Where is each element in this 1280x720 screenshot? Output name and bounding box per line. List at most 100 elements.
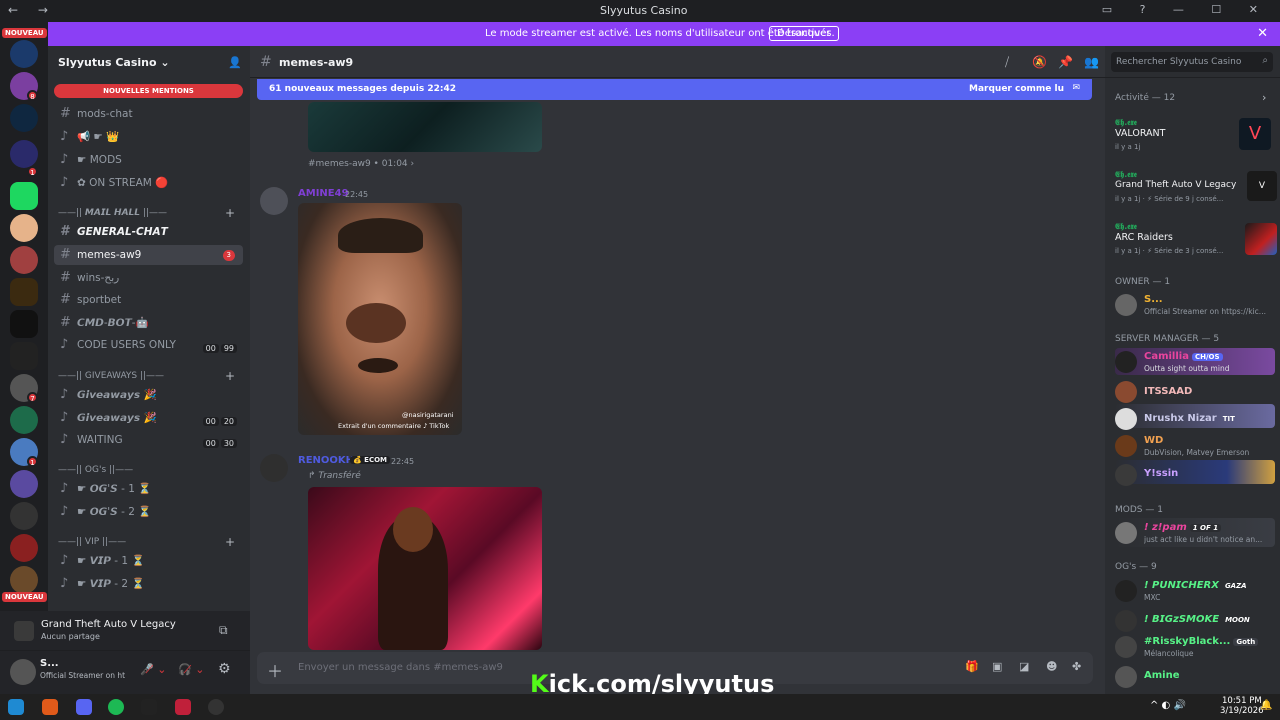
windows-start-icon[interactable] [8,699,24,715]
chevron-right-icon[interactable]: › [1262,91,1266,104]
forward-reference[interactable]: #memes-aw9 • 01:04 › [308,159,414,169]
app-icon[interactable] [141,699,157,715]
message-input[interactable]: Envoyer un message dans #memes-aw9 [298,662,503,673]
channel-mods[interactable]: ♪ ☛ MODS [54,150,243,170]
forwarded-image[interactable] [308,487,542,650]
disable-streamer-button[interactable]: Désactiver [769,26,839,41]
member-og[interactable]: #RisskyBlack... Goth Mélancolique [1115,634,1275,658]
member-og[interactable]: ! 𝘽𝙄𝙂𝙯𝙎𝙈𝙊𝙆𝙀 MOON [1115,608,1275,632]
gif-icon[interactable]: ▣ [992,660,1002,673]
channel-code-users-only[interactable]: ♪ CODE USERS ONLY 00 99 [54,335,243,355]
channel-crown[interactable]: ♪ 📢 ☛ 👑 [54,127,243,147]
brave-icon[interactable] [42,699,58,715]
add-member-icon[interactable]: 👤 [228,56,242,69]
server-icon[interactable] [10,140,38,168]
server-icon[interactable] [10,278,38,306]
channel-cmd-bot[interactable]: # 𝘾𝙈𝘿-𝘽𝙊𝙏-🤖 [54,313,243,333]
channel-giveaways-1[interactable]: ♪ 𝙂𝙞𝙫𝙚𝙖𝙬𝙖𝙮𝙨 🎉 [54,385,243,405]
server-icon[interactable] [10,246,38,274]
members-icon[interactable]: 👥 [1084,55,1099,69]
member-manager[interactable]: Nrushx Nizar TIT [1115,406,1275,430]
category-ogs[interactable]: ——|| OG's ||—— [58,465,243,475]
server-icon[interactable] [10,104,38,132]
tray-icons[interactable]: ^ ◐ 🔊 [1150,700,1186,711]
channel-ogs-1[interactable]: ♪ ☛ 𝙊𝙂'𝙎 - 1 ⏳ [54,479,243,499]
server-icon[interactable] [10,342,38,370]
search-input[interactable]: Rechercher Slyyutus Casino ⌕ [1111,52,1273,72]
server-icon[interactable] [10,502,38,530]
screen-share-icon[interactable]: ⧉ [219,623,228,638]
threads-icon[interactable]: ⧸ [1005,55,1009,70]
headphones-muted-icon[interactable]: 🎧̸ ⌄ [178,663,204,676]
plus-icon[interactable]: + [225,206,235,220]
title-bar: ← → Slyyutus Casino ▭ ? — ☐ ✕ [0,0,1280,22]
avatar [1115,381,1137,403]
mark-read-button[interactable]: Marquer comme lu [969,84,1064,94]
pin-icon[interactable]: 📌 [1058,55,1073,69]
mic-muted-icon[interactable]: 🎤̸ ⌄ [140,663,166,676]
new-mentions-pill[interactable]: NOUVELLES MENTIONS [54,84,243,98]
notification-icon[interactable]: 🔔 [1260,700,1272,711]
member-og[interactable]: ! 𝙋𝙐𝙉𝙄𝘾𝙃𝙀𝙍𝙓 GAZA MXC [1115,578,1275,602]
plus-icon[interactable]: + [225,369,235,383]
app-icon[interactable] [175,699,191,715]
category-vip[interactable]: ——|| VIP ||—— + [58,535,243,549]
server-icon[interactable] [10,214,38,242]
channel-general-chat[interactable]: # 𝙂𝙀𝙉𝙀𝙍𝘼𝙇-𝘾𝙃𝘼𝙏 [54,222,243,242]
plus-icon[interactable]: + [225,535,235,549]
sticker-icon[interactable]: ◪ [1019,660,1029,673]
channel-wins[interactable]: # wins-ربح [54,268,243,288]
member-manager[interactable]: ITSSAAD [1115,379,1275,403]
apps-icon[interactable]: ✤ [1072,660,1081,673]
message-author[interactable]: AMINE49 [298,188,349,199]
gear-icon[interactable]: ⚙ [218,661,231,677]
obs-icon[interactable] [208,699,224,715]
emoji-icon[interactable]: ☻ [1046,660,1057,673]
activity-card[interactable]: 𝕰𝖍.𝖊𝖝𝖊 Grand Theft Auto V Legacy il y a … [1115,168,1277,203]
kick-server-icon[interactable] [10,182,38,210]
server-icon[interactable] [10,566,38,594]
member-manager[interactable]: Y!ssin [1115,462,1275,486]
member-manager[interactable]: Camillia CH/OS Outta sight outta mind [1115,349,1275,373]
channel-mods-chat[interactable]: # mods-chat [54,104,243,124]
avatar[interactable] [260,454,288,482]
server-icon[interactable] [10,534,38,562]
channel-sportbet[interactable]: # sportbet [54,290,243,310]
bell-muted-icon[interactable]: 🔕 [1032,55,1047,69]
channel-giveaways-2[interactable]: ♪ 𝙂𝙞𝙫𝙚𝙖𝙬𝙖𝙮𝙨 🎉 00 20 [54,408,243,428]
avatar[interactable] [10,659,36,685]
member-manager[interactable]: WD DubVision, Matvey Emerson [1115,433,1275,457]
gift-icon[interactable]: 🎁 [965,660,979,673]
discord-icon[interactable] [76,699,92,715]
streamer-mode-banner: Le mode streamer est activé. Les noms d'… [48,22,1280,46]
server-icon[interactable] [10,406,38,434]
member-og[interactable]: Amine [1115,664,1275,688]
member-owner[interactable]: S... Official Streamer on https://kic... [1115,292,1275,316]
server-icon[interactable] [10,40,38,68]
plus-icon[interactable]: ＋ [267,658,283,682]
channel-memes-aw9[interactable]: # memes-aw9 3 [54,245,243,265]
server-name[interactable]: Slyyutus Casino ⌄ [58,56,170,69]
server-icon[interactable] [10,470,38,498]
close-icon[interactable]: ✕ [1257,26,1268,41]
channel-waiting[interactable]: ♪ WAITING 00 30 [54,430,243,450]
window-controls[interactable]: ▭ ? — ☐ ✕ [1102,3,1270,16]
category-giveaways[interactable]: ——|| GIVEAWAYS ||—— + [58,369,243,383]
category-mail-hall[interactable]: ——|| 𝙈𝘼𝙄𝙇 𝙃𝘼𝙇𝙇 ||—— + [58,206,243,220]
channel-vip-1[interactable]: ♪ ☛ 𝙑𝙄𝙋 - 1 ⏳ [54,551,243,571]
meme-image[interactable]: @nasirigatarani Extrait d'un commentaire… [298,203,462,435]
nav-arrows[interactable]: ← → [8,3,56,17]
message-image[interactable] [308,102,542,152]
avatar[interactable] [260,187,288,215]
activity-card[interactable]: 𝕰𝖍.𝖊𝖝𝖊 ARC Raiders il y a 1j · ⚡ Série d… [1115,220,1277,255]
spotify-icon[interactable] [108,699,124,715]
new-messages-bar[interactable]: 61 nouveaux messages depuis 22:42 Marque… [257,79,1092,100]
activity-card[interactable]: 𝕰𝖍.𝖊𝖝𝖊 VALORANT il y a 1j V [1115,116,1275,151]
server-icon[interactable] [10,310,38,338]
channel-ogs-2[interactable]: ♪ ☛ 𝙊𝙂'𝙎 - 2 ⏳ [54,502,243,522]
avatar [1115,636,1137,658]
channel-vip-2[interactable]: ♪ ☛ 𝙑𝙄𝙋 - 2 ⏳ [54,574,243,594]
channel-on-stream[interactable]: ♪ ✿ ON STREAM 🔴 [54,173,243,193]
member-mod[interactable]: ! z!pam 1 OF 1 just act like u didn't not… [1115,520,1275,544]
message-author[interactable]: RENOOKH [298,455,354,466]
